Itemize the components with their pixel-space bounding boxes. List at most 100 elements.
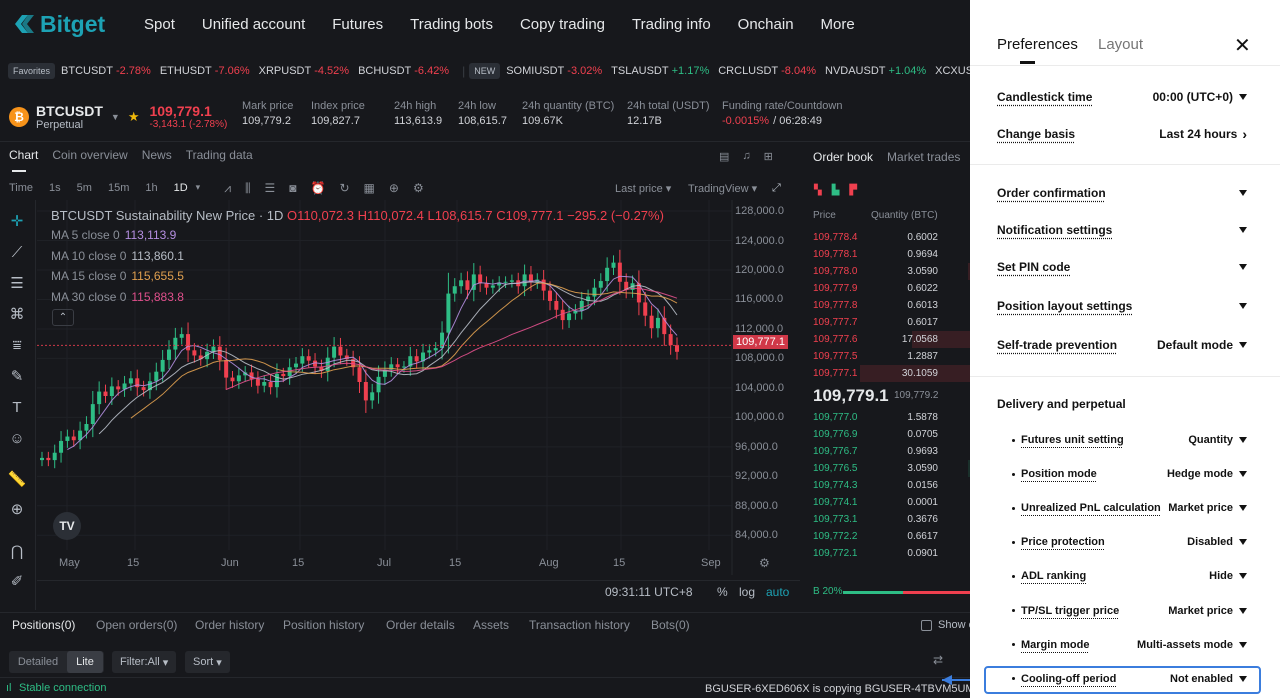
nav-spot[interactable]: Spot xyxy=(144,16,175,33)
pref-value[interactable] xyxy=(1233,190,1247,196)
tradingview-logo-icon[interactable]: TV xyxy=(53,512,81,540)
tab-open-orders[interactable]: Open orders(0) xyxy=(96,618,177,632)
pref-row-set-pin-code[interactable]: Set PIN code xyxy=(997,256,1247,278)
bid-row[interactable]: 109,776.7 0.9693 xyxy=(805,443,980,460)
pref-subrow-adl-ranking[interactable]: ADL ranking Hide xyxy=(997,565,1247,587)
ask-row[interactable]: 109,778.1 0.9694 xyxy=(805,246,980,263)
tab-position-history[interactable]: Position history xyxy=(283,618,364,632)
interval-5m[interactable]: 5m xyxy=(77,182,92,194)
pref-row-change-basis[interactable]: Change basis Last 24 hours › xyxy=(997,123,1247,145)
ticker-item[interactable]: NVDAUSDT +1.04% xyxy=(825,65,926,77)
goto-date-icon[interactable]: ⚙ xyxy=(759,556,770,570)
tab-coin-overview[interactable]: Coin overview xyxy=(52,148,127,162)
trendline-icon[interactable]: ⟋ xyxy=(6,241,28,263)
ma-legend-item[interactable]: MA 30 close 0 115,883.8 xyxy=(51,290,184,304)
nav-trading-info[interactable]: Trading info xyxy=(632,16,711,33)
pref-value[interactable] xyxy=(1233,227,1247,233)
pref-sub-value[interactable]: Market price xyxy=(1168,502,1247,514)
percent-toggle[interactable]: % xyxy=(717,585,728,599)
lite-button[interactable]: Lite xyxy=(67,651,103,673)
calendar-icon[interactable]: ▦ xyxy=(364,181,375,196)
pref-value[interactable]: 00:00 (UTC+0) xyxy=(1153,90,1247,104)
interval-1h[interactable]: 1h xyxy=(145,182,157,194)
pref-sub-value[interactable]: Quantity xyxy=(1188,434,1247,446)
tradingview-select[interactable]: TradingView ▾ xyxy=(688,182,757,195)
nav-futures[interactable]: Futures xyxy=(332,16,383,33)
horizontal-lines-icon[interactable]: ☰ xyxy=(6,272,28,294)
ask-row[interactable]: 109,777.9 0.6022 xyxy=(805,280,980,297)
pref-sub-value[interactable]: Hide xyxy=(1209,570,1247,582)
bitget-logo[interactable]: Bitget xyxy=(14,11,124,38)
chevron-down-icon[interactable]: ▼ xyxy=(111,112,120,122)
adjust-icon[interactable]: ⇄ xyxy=(933,653,943,667)
ticker-item[interactable]: SOMIUSDT -3.02% xyxy=(506,65,602,77)
bid-row[interactable]: 109,774.1 0.0001 xyxy=(805,494,980,511)
ask-row[interactable]: 109,778.4 0.6002 xyxy=(805,229,980,246)
last-price-select[interactable]: Last price ▾ xyxy=(615,182,671,195)
bid-row[interactable]: 109,773.1 0.3676 xyxy=(805,511,980,528)
new-tag[interactable]: NEW xyxy=(469,63,501,79)
book-bids-icon[interactable]: ▙ xyxy=(832,185,840,196)
pref-row-self-trade-prevention[interactable]: Self-trade prevention Default mode xyxy=(997,334,1247,356)
tab-bots[interactable]: Bots(0) xyxy=(651,618,690,632)
tab-order-history[interactable]: Order history xyxy=(195,618,264,632)
pref-subrow-price-protection[interactable]: Price protection Disabled xyxy=(997,531,1247,553)
nav-more[interactable]: More xyxy=(821,16,855,33)
crosshair-icon[interactable]: ✛ xyxy=(6,210,28,232)
tab-assets[interactable]: Assets xyxy=(473,618,509,632)
ask-row[interactable]: 109,777.7 0.6017 xyxy=(805,314,980,331)
tab-trading-data[interactable]: Trading data xyxy=(186,148,253,162)
brush-icon[interactable]: ✎ xyxy=(6,365,28,387)
pref-value[interactable] xyxy=(1233,264,1247,270)
ruler-icon[interactable]: 📏 xyxy=(6,468,28,490)
close-icon[interactable]: ✕ xyxy=(1234,33,1251,58)
tab-news[interactable]: News xyxy=(142,148,172,162)
nav-onchain[interactable]: Onchain xyxy=(738,16,794,33)
bid-row[interactable]: 109,776.5 3.0590 xyxy=(805,460,980,477)
text-icon[interactable]: T xyxy=(6,396,28,418)
book-asks-icon[interactable]: ▛ xyxy=(849,185,857,196)
bid-row[interactable]: 109,776.9 0.0705 xyxy=(805,426,980,443)
add-icon[interactable]: ⊕ xyxy=(389,181,399,196)
alarm-icon[interactable]: ⏰ xyxy=(311,181,326,196)
pref-row-position-layout-settings[interactable]: Position layout settings xyxy=(997,295,1247,317)
star-icon[interactable]: ★ xyxy=(128,109,140,125)
show-checkbox[interactable] xyxy=(921,620,932,631)
tab-order-details[interactable]: Order details xyxy=(386,618,455,632)
nav-unified-account[interactable]: Unified account xyxy=(202,16,305,33)
pref-subrow-position-mode[interactable]: Position mode Hedge mode xyxy=(997,463,1247,485)
interval-chevron-down-icon[interactable]: ▾ xyxy=(196,182,201,194)
interval-time[interactable]: Time xyxy=(9,182,33,194)
ask-row[interactable]: 109,777.5 1.2887 xyxy=(805,348,980,365)
collapse-legend-button[interactable]: ⌃ xyxy=(52,309,74,326)
bid-row[interactable]: 109,777.0 1.5878 xyxy=(805,409,980,426)
pref-subrow-margin-mode[interactable]: Margin mode Multi-assets mode xyxy=(997,634,1247,656)
settings-list-icon[interactable]: ☰ xyxy=(265,181,276,196)
log-toggle[interactable]: log xyxy=(739,585,755,599)
favorites-tag[interactable]: Favorites xyxy=(8,63,56,79)
bid-row[interactable]: 109,772.2 0.6617 xyxy=(805,528,980,545)
tab-market-trades[interactable]: Market trades xyxy=(887,150,960,164)
tab-preferences[interactable]: Preferences xyxy=(997,36,1078,53)
ask-row[interactable]: 109,777.8 0.6013 xyxy=(805,297,980,314)
lock-drawing-icon[interactable]: ✐ xyxy=(6,570,28,592)
ma-legend-item[interactable]: MA 15 close 0 115,655.5 xyxy=(51,269,184,283)
ma-legend-item[interactable]: MA 10 close 0 113,860.1 xyxy=(51,249,184,263)
filter-select[interactable]: Filter:All ▾ xyxy=(112,651,177,673)
detailed-button[interactable]: Detailed xyxy=(9,656,67,668)
camera-icon[interactable]: ◙ xyxy=(289,181,296,196)
tab-layout[interactable]: Layout xyxy=(1098,36,1143,53)
pref-value[interactable] xyxy=(1233,303,1247,309)
tab-positions[interactable]: Positions(0) xyxy=(12,618,75,632)
refresh-icon[interactable]: ↻ xyxy=(339,181,349,196)
pref-subrow-tp-sl-trigger-price[interactable]: TP/SL trigger price Market price xyxy=(997,600,1247,622)
ask-row[interactable]: 109,778.0 3.0590 xyxy=(805,263,980,280)
bid-row[interactable]: 109,774.3 0.0156 xyxy=(805,477,980,494)
pref-subrow-unrealized-pnl-calculation[interactable]: Unrealized PnL calculation Market price xyxy=(997,497,1247,519)
ticker-item[interactable]: BCHUSDT -6.42% xyxy=(358,65,449,77)
pref-subrow-futures-unit-setting[interactable]: Futures unit setting Quantity xyxy=(997,429,1247,451)
book-both-icon[interactable]: ▚ xyxy=(814,185,822,196)
ask-row[interactable]: 109,777.6 17.0568 xyxy=(805,331,980,348)
layout-icon[interactable]: ⊞ xyxy=(764,150,773,163)
interval-1s[interactable]: 1s xyxy=(49,182,61,194)
